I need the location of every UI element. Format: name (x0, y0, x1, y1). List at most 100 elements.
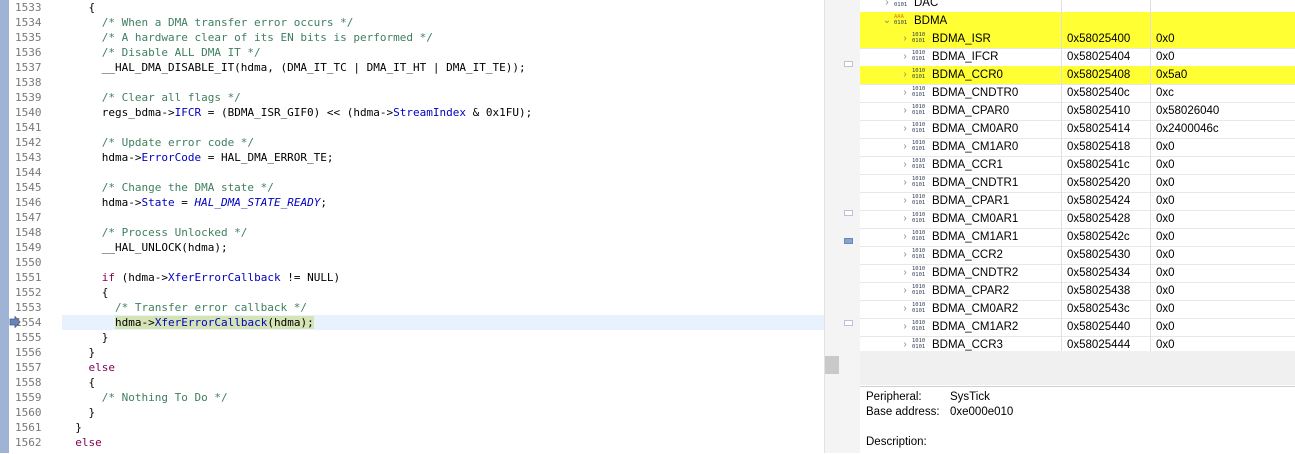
chevron-right-icon[interactable]: › (900, 246, 910, 264)
register-value-cell[interactable]: 0x0 (1151, 300, 1295, 318)
chevron-right-icon[interactable]: › (900, 156, 910, 174)
register-value-cell[interactable]: 0x5a0 (1151, 66, 1295, 84)
code-line[interactable]: 1557 else (0, 360, 824, 375)
code-line[interactable]: 1560 } (0, 405, 824, 420)
code-line[interactable]: 1540 regs_bdma->IFCR = (BDMA_ISR_GIF0) <… (0, 105, 824, 120)
register-name-cell[interactable]: › 1010 0101 BDMA_CM0AR2 (860, 300, 1062, 318)
register-name-cell[interactable]: › 1010 0101 BDMA_CPAR1 (860, 192, 1062, 210)
chevron-right-icon[interactable]: › (900, 282, 910, 300)
register-row[interactable]: › 1010 0101 BDMA_CM1AR1 0x5802542c 0x0 (860, 228, 1295, 247)
register-row[interactable]: › 1010 0101 BDMA_CCR2 0x58025430 0x0 (860, 246, 1295, 265)
register-row[interactable]: › 1010 0101 BDMA_ISR 0x58025400 0x0 (860, 30, 1295, 49)
code-line[interactable]: 1534 /* When a DMA transfer error occurs… (0, 15, 824, 30)
register-row[interactable]: › 1010 0101 BDMA_CM0AR1 0x58025428 0x0 (860, 210, 1295, 229)
register-name-cell[interactable]: › 1010 0101 BDMA_CCR0 (860, 66, 1062, 84)
chevron-right-icon[interactable]: › (900, 264, 910, 282)
chevron-right-icon[interactable]: › (900, 120, 910, 138)
register-name-cell[interactable]: › 1010 0101 BDMA_ISR (860, 30, 1062, 48)
code-line[interactable]: 1550 (0, 255, 824, 270)
code-line[interactable]: 1551 if (hdma->XferErrorCallback != NULL… (0, 270, 824, 285)
register-name-cell[interactable]: › 1010 0101 BDMA_CCR1 (860, 156, 1062, 174)
register-value-cell[interactable]: 0x0 (1151, 156, 1295, 174)
chevron-right-icon[interactable]: › (900, 66, 910, 84)
code-line[interactable]: 1558 { (0, 375, 824, 390)
register-row[interactable]: › 1010 0101 BDMA_CPAR0 0x58025410 0x58026040 (860, 102, 1295, 121)
register-row[interactable]: › 1010 0101 BDMA_CM0AR2 0x5802543c 0x0 (860, 300, 1295, 319)
register-value-cell[interactable]: 0x0 (1151, 30, 1295, 48)
code-line[interactable]: 1542 /* Update error code */ (0, 135, 824, 150)
register-value-cell[interactable]: 0x0 (1151, 228, 1295, 246)
register-name-cell[interactable]: › 1010 0101 BDMA_CPAR2 (860, 282, 1062, 300)
register-row[interactable]: › 1010 0101 BDMA_CM1AR2 0x58025440 0x0 (860, 318, 1295, 337)
register-value-cell[interactable]: 0x0 (1151, 336, 1295, 351)
register-value-cell[interactable]: 0x2400046c (1151, 120, 1295, 138)
register-row[interactable]: › 1010 0101 BDMA_CPAR1 0x58025424 0x0 (860, 192, 1295, 211)
register-value-cell[interactable]: 0x0 (1151, 174, 1295, 192)
register-name-cell[interactable]: ›A​A​A0101 DAC (860, 0, 1062, 12)
code-line[interactable]: 1561 } (0, 420, 824, 435)
chevron-right-icon[interactable]: › (900, 192, 910, 210)
code-line[interactable]: 1545 /* Change the DMA state */ (0, 180, 824, 195)
register-row[interactable]: › 1010 0101 BDMA_CM1AR0 0x58025418 0x0 (860, 138, 1295, 157)
code-line[interactable]: 1555 } (0, 330, 824, 345)
code-line[interactable]: 1544 (0, 165, 824, 180)
overview-marker-current[interactable] (844, 238, 853, 244)
sfr-register-view[interactable]: ›A​A​A0101DAC⌄A​A​A0101BDMA›10100101BDMA… (860, 0, 1295, 351)
code-line[interactable]: 1533 { (0, 0, 824, 15)
register-value-cell[interactable]: 0x58026040 (1151, 102, 1295, 120)
code-line[interactable]: 1541 (0, 120, 824, 135)
register-value-cell[interactable]: 0x0 (1151, 138, 1295, 156)
register-value-cell[interactable]: 0x0 (1151, 192, 1295, 210)
register-name-cell[interactable]: › 1010 0101 BDMA_IFCR (860, 48, 1062, 66)
chevron-right-icon[interactable]: › (900, 228, 910, 246)
register-value-cell[interactable]: 0x0 (1151, 210, 1295, 228)
register-row[interactable]: › 1010 0101 BDMA_CNDTR1 0x58025420 0x0 (860, 174, 1295, 193)
overview-marker[interactable] (844, 210, 853, 216)
register-name-cell[interactable]: › 1010 0101 BDMA_CCR2 (860, 246, 1062, 264)
register-group-row[interactable]: ⌄ A​A​A 0101 BDMA (860, 12, 1295, 31)
register-row[interactable]: › 1010 0101 BDMA_CM0AR0 0x58025414 0x2400046c (860, 120, 1295, 139)
register-name-cell[interactable]: › 1010 0101 BDMA_CNDTR0 (860, 84, 1062, 102)
register-row[interactable]: › 1010 0101 BDMA_CNDTR2 0x58025434 0x0 (860, 264, 1295, 283)
register-name-cell[interactable]: › 1010 0101 BDMA_CM1AR0 (860, 138, 1062, 156)
code-line[interactable]: 1562 else (0, 435, 824, 450)
register-row[interactable]: › 1010 0101 BDMA_CNDTR0 0x5802540c 0xc (860, 84, 1295, 103)
overview-marker[interactable] (844, 320, 853, 326)
code-line[interactable]: 1535 /* A hardware clear of its EN bits … (0, 30, 824, 45)
code-line[interactable]: 1536 /* Disable ALL DMA IT */ (0, 45, 824, 60)
register-row[interactable]: › 1010 0101 BDMA_CPAR2 0x58025438 0x0 (860, 282, 1295, 301)
chevron-right-icon[interactable]: › (900, 84, 910, 102)
overview-marker[interactable] (844, 61, 853, 67)
code-line[interactable]: 1552 { (0, 285, 824, 300)
register-name-cell[interactable]: › 1010 0101 BDMA_CCR3 (860, 336, 1062, 351)
register-row[interactable]: › 1010 0101 BDMA_IFCR 0x58025404 0x0 (860, 48, 1295, 67)
register-value-cell[interactable]: 0x0 (1151, 282, 1295, 300)
code-line[interactable]: 1547 (0, 210, 824, 225)
register-name-cell[interactable]: › 1010 0101 BDMA_CM1AR2 (860, 318, 1062, 336)
code-line[interactable]: 1553 /* Transfer error callback */ (0, 300, 824, 315)
register-value-cell[interactable]: 0x0 (1151, 264, 1295, 282)
register-value-cell[interactable] (1151, 0, 1295, 12)
register-name-cell[interactable]: › 1010 0101 BDMA_CM0AR1 (860, 210, 1062, 228)
chevron-right-icon[interactable]: › (900, 336, 910, 351)
chevron-right-icon[interactable]: › (900, 174, 910, 192)
register-value-cell[interactable]: 0xc (1151, 84, 1295, 102)
chevron-right-icon[interactable]: › (900, 102, 910, 120)
register-row[interactable]: › 1010 0101 BDMA_CCR0 0x58025408 0x5a0 (860, 66, 1295, 85)
register-name-cell[interactable]: › 1010 0101 BDMA_CM0AR0 (860, 120, 1062, 138)
editor-scrollbar-thumb[interactable] (825, 356, 839, 374)
code-line[interactable]: 1559 /* Nothing To Do */ (0, 390, 824, 405)
chevron-right-icon[interactable]: › (900, 48, 910, 66)
chevron-right-icon[interactable]: › (900, 30, 910, 48)
code-line[interactable]: 1537 __HAL_DMA_DISABLE_IT(hdma, (DMA_IT_… (0, 60, 824, 75)
code-line[interactable]: 1548 /* Process Unlocked */ (0, 225, 824, 240)
chevron-right-icon[interactable]: › (900, 300, 910, 318)
code-line[interactable]: 1538 (0, 75, 824, 90)
register-name-cell[interactable]: › 1010 0101 BDMA_CPAR0 (860, 102, 1062, 120)
overview-ruler[interactable] (824, 0, 860, 453)
register-value-cell[interactable]: 0x0 (1151, 48, 1295, 66)
code-editor[interactable]: 1533 {1534 /* When a DMA transfer error … (0, 0, 824, 453)
register-row[interactable]: › 1010 0101 BDMA_CCR3 0x58025444 0x0 (860, 336, 1295, 351)
register-value-cell[interactable] (1151, 12, 1295, 30)
chevron-right-icon[interactable]: › (882, 0, 892, 12)
